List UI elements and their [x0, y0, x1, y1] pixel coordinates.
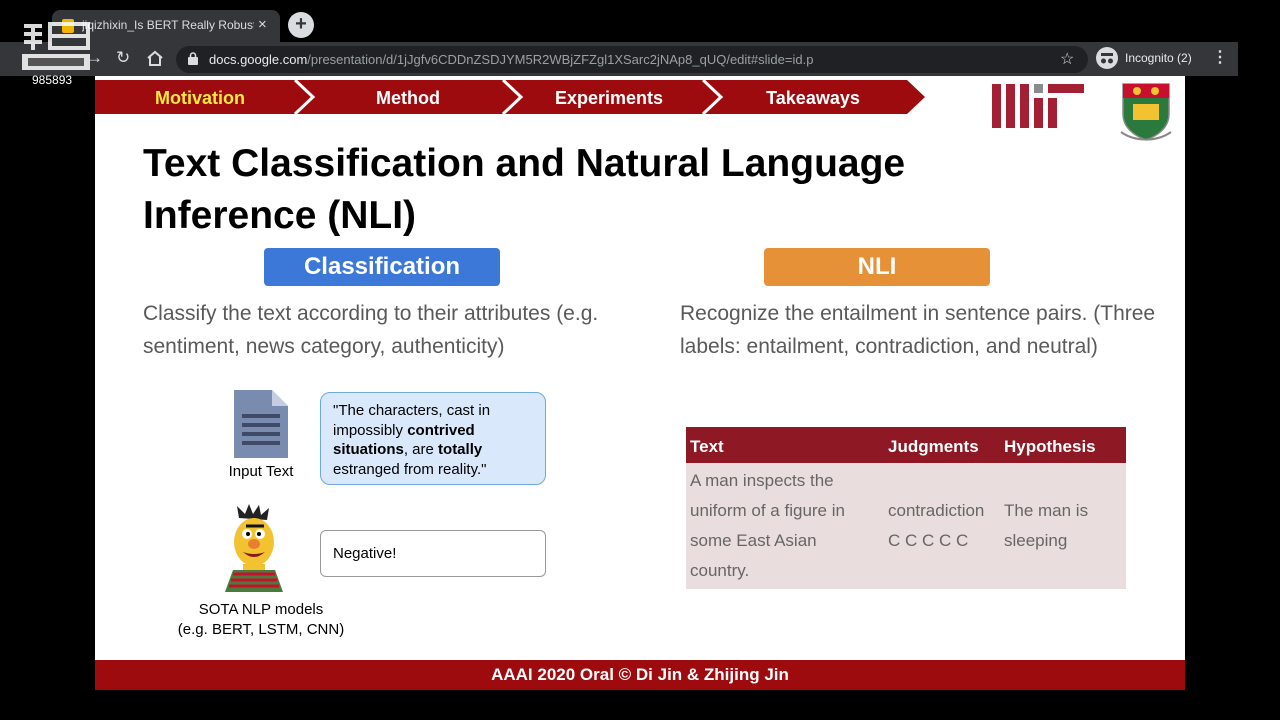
judgment-votes: C C C C C	[888, 531, 969, 550]
cell-judgments: contradiction C C C C C	[888, 496, 1004, 556]
nav-item-takeaways[interactable]: Takeaways	[727, 88, 899, 109]
header-hypothesis: Hypothesis	[1004, 437, 1096, 456]
example-quote-box: "The characters, cast in impossibly cont…	[320, 392, 546, 485]
cell-text: A man inspects the uniform of a figure i…	[690, 471, 845, 580]
menu-icon[interactable]: ⋮	[1212, 47, 1228, 67]
browser-tab-bar: jiqizhixin_Is BERT Really Robust? × +	[0, 0, 1280, 42]
cell-hypothesis: The man is sleeping	[1004, 501, 1089, 550]
classification-badge: Classification	[264, 248, 500, 286]
incognito-label[interactable]: Incognito (2)	[1125, 51, 1192, 65]
quote-text-3: estranged from reality."	[333, 460, 487, 478]
url-path: /presentation/d/1jJgfv6CDDnZSDJYM5R2WBjZ…	[307, 52, 814, 67]
slide-title: Text Classification and Natural Language…	[143, 142, 906, 237]
watermark-room-number: 985893	[32, 73, 73, 87]
nli-table-header: Text Judgments Hypothesis	[686, 427, 1126, 463]
stream-watermark-logo	[22, 22, 90, 70]
classification-description: Classify the text according to their att…	[143, 302, 599, 358]
document-icon	[234, 390, 288, 458]
nav-item-experiments[interactable]: Experiments	[525, 88, 693, 109]
bert-character-image	[225, 504, 283, 592]
presentation-slide: Motivation Method Experiments Takeaways …	[95, 76, 1185, 690]
hku-crest-logo	[1120, 83, 1172, 141]
quote-bold-totally: totally	[438, 441, 483, 458]
quote-text-2: , are	[403, 441, 439, 458]
mit-logo	[992, 84, 1084, 128]
url-text: docs.google.com/presentation/d/1jJgfv6CD…	[209, 52, 813, 67]
lock-icon[interactable]	[188, 52, 198, 65]
tab-close-button[interactable]: ×	[258, 16, 267, 33]
new-tab-button[interactable]: +	[288, 12, 314, 38]
home-icon[interactable]	[146, 50, 164, 67]
nli-example-table: Text Judgments Hypothesis A man inspects…	[686, 427, 1126, 589]
browser-toolbar: ← → ↻ docs.google.com/presentation/d/1jJ…	[0, 42, 1238, 76]
sota-label-line2: (e.g. BERT, LSTM, CNN)	[177, 621, 345, 638]
nli-badge: NLI	[764, 248, 990, 286]
input-text-label: Input Text	[228, 463, 294, 480]
slide-footer: AAAI 2020 Oral © Di Jin & Zhijing Jin	[95, 660, 1185, 690]
url-host: docs.google.com	[209, 52, 308, 67]
sota-label-line1: SOTA NLP models	[198, 601, 324, 618]
nav-item-method[interactable]: Method	[323, 88, 493, 109]
judgment-label: contradiction	[888, 501, 985, 520]
reload-icon[interactable]: ↻	[116, 48, 130, 68]
header-judgments: Judgments	[888, 437, 979, 456]
sota-models-label: SOTA NLP models (e.g. BERT, LSTM, CNN)	[161, 600, 361, 640]
nli-description: Recognize the entailment in sentence pai…	[680, 302, 1156, 358]
tab-title: jiqizhixin_Is BERT Really Robust?	[82, 18, 254, 32]
address-bar[interactable]: docs.google.com/presentation/d/1jJgfv6CD…	[176, 46, 1088, 73]
output-negative-box: Negative!	[320, 530, 546, 577]
header-text: Text	[690, 437, 724, 456]
incognito-icon[interactable]	[1096, 47, 1118, 69]
star-icon[interactable]: ☆	[1060, 49, 1074, 69]
nav-item-motivation[interactable]: Motivation	[115, 88, 285, 109]
